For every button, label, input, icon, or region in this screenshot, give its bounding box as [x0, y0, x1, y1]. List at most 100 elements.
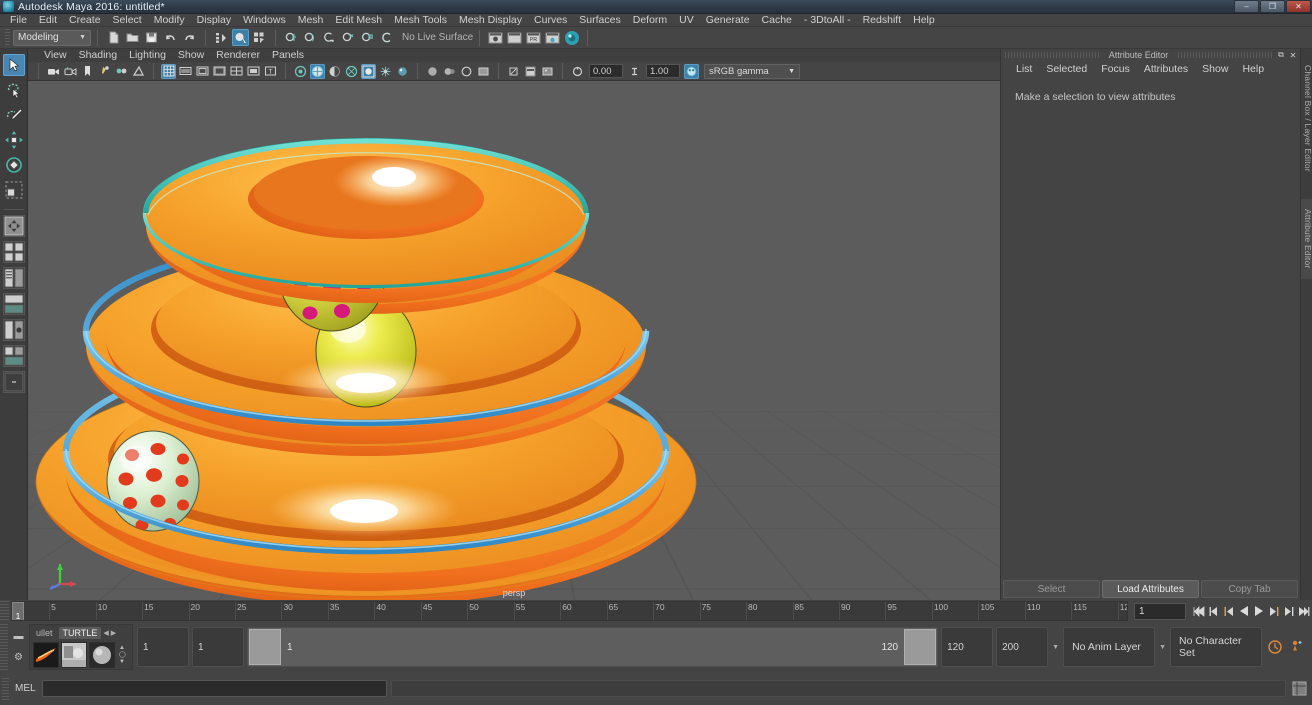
command-language-label[interactable]: MEL: [15, 683, 36, 694]
range-start-field[interactable]: 1: [192, 627, 244, 667]
lasso-select-tool[interactable]: [3, 79, 25, 101]
shadows-toggle-icon[interactable]: [327, 64, 342, 79]
paint-select-tool[interactable]: [3, 104, 25, 126]
new-scene-icon[interactable]: [105, 29, 122, 46]
depth-of-field-icon[interactable]: [395, 64, 410, 79]
select-button[interactable]: Select: [1003, 580, 1100, 598]
copy-tab-button[interactable]: Copy Tab: [1201, 580, 1298, 598]
character-set-caret-icon[interactable]: ▼: [1159, 644, 1166, 651]
redo-icon[interactable]: [181, 29, 198, 46]
step-forward-frame-button[interactable]: [1267, 603, 1281, 620]
image-display-icon[interactable]: [540, 64, 555, 79]
snap-to-curve-icon[interactable]: [302, 29, 319, 46]
ae-menu-selected[interactable]: Selected: [1039, 63, 1094, 76]
shadows-icon[interactable]: [131, 64, 146, 79]
exposure-icon[interactable]: [570, 64, 585, 79]
layout-persp-trax[interactable]: [2, 345, 25, 367]
scale-tool[interactable]: [3, 179, 25, 201]
image-plane-icon[interactable]: [97, 64, 112, 79]
motion-blur-icon[interactable]: [361, 63, 376, 79]
multisample-icon[interactable]: [378, 64, 393, 79]
select-by-component-icon[interactable]: [251, 29, 268, 46]
step-forward-key-button[interactable]: [1282, 603, 1296, 620]
layout-hypershade-persp[interactable]: [2, 319, 25, 341]
menu-generate[interactable]: Generate: [700, 14, 756, 27]
select-camera-icon[interactable]: [46, 64, 61, 79]
mel-command-input[interactable]: [41, 680, 387, 697]
step-back-frame-button[interactable]: [1222, 603, 1236, 620]
cat-toy-tower-model[interactable]: [28, 81, 1000, 600]
shelf-options-icon[interactable]: ⚙: [12, 651, 25, 664]
character-set-selector[interactable]: No Character Set: [1170, 627, 1262, 667]
menu-modify[interactable]: Modify: [148, 14, 191, 27]
ae-menu-list[interactable]: List: [1009, 63, 1039, 76]
ae-menu-attributes[interactable]: Attributes: [1137, 63, 1195, 76]
isolate-select-icon[interactable]: [459, 64, 474, 79]
shelf-next-arrow-icon[interactable]: ▶: [111, 629, 116, 637]
menu-windows[interactable]: Windows: [237, 14, 292, 27]
panel-menu-renderer[interactable]: Renderer: [210, 49, 266, 62]
snap-to-point-icon[interactable]: [321, 29, 338, 46]
anim-end-field[interactable]: 200: [996, 627, 1049, 667]
snap-to-projected-center-icon[interactable]: [340, 29, 357, 46]
ipr-render-icon[interactable]: [506, 29, 523, 46]
range-end-field[interactable]: 120: [941, 627, 994, 667]
animation-preferences-icon[interactable]: [1288, 638, 1306, 656]
ae-menu-show[interactable]: Show: [1195, 63, 1235, 76]
status-line-grip[interactable]: [5, 28, 10, 47]
gamma-field[interactable]: 1.00: [646, 64, 680, 78]
render-current-frame-icon[interactable]: [487, 29, 504, 46]
current-time-indicator[interactable]: 1: [12, 602, 24, 620]
close-button[interactable]: ✕: [1286, 0, 1311, 13]
time-slider-track[interactable]: 5 10 15 20 25 30 35 40 45 50 55 60 65 70 75 80 85 90 95 100…: [11, 601, 1128, 621]
anim-layer-selector[interactable]: No Anim Layer: [1063, 627, 1156, 667]
turtle-render-icon[interactable]: [61, 641, 87, 668]
anim-layer-caret-icon[interactable]: ▼: [1052, 644, 1059, 651]
menu-edit-mesh[interactable]: Edit Mesh: [329, 14, 388, 27]
panel-menu-lighting[interactable]: Lighting: [123, 49, 172, 62]
turtle-bake-icon[interactable]: [33, 641, 59, 668]
shelf-menu-icon[interactable]: ▬: [12, 630, 25, 643]
xray-icon[interactable]: [425, 64, 440, 79]
panel-menu-show[interactable]: Show: [172, 49, 210, 62]
command-line-grip[interactable]: [2, 677, 9, 700]
menu-redshift[interactable]: Redshift: [857, 14, 908, 27]
resolution-gate-icon[interactable]: [195, 64, 210, 79]
snap-to-grid-icon[interactable]: [283, 29, 300, 46]
render-settings-icon[interactable]: PR: [525, 29, 542, 46]
shelf-prev-arrow-icon[interactable]: ◀: [103, 629, 108, 637]
smooth-shade-icon[interactable]: [246, 64, 261, 79]
grease-pencil-icon[interactable]: [506, 64, 521, 79]
play-forwards-button[interactable]: [1252, 603, 1266, 620]
menu-set-selector[interactable]: Modeling ▼: [13, 29, 91, 46]
menu-display[interactable]: Display: [191, 14, 237, 27]
ae-menu-focus[interactable]: Focus: [1094, 63, 1137, 76]
shelf-scroll-buttons[interactable]: ▲ ◯ ▼: [119, 645, 126, 665]
menu-mesh[interactable]: Mesh: [292, 14, 330, 27]
step-back-key-button[interactable]: [1207, 603, 1221, 620]
anim-start-field[interactable]: 1: [137, 627, 189, 667]
panel-menu-panels[interactable]: Panels: [266, 49, 310, 62]
maximize-button[interactable]: ❐: [1260, 0, 1285, 13]
select-by-hierarchy-icon[interactable]: [213, 29, 230, 46]
gate-mask-icon[interactable]: [212, 64, 227, 79]
layout-persp-graph[interactable]: [2, 293, 25, 315]
camera-attributes-icon[interactable]: [63, 64, 78, 79]
color-management-icon[interactable]: [684, 63, 699, 79]
wireframe-icon[interactable]: [229, 64, 244, 79]
menu-mesh-display[interactable]: Mesh Display: [453, 14, 528, 27]
panel-menu-shading[interactable]: Shading: [73, 49, 124, 62]
range-slider-track[interactable]: 1 120: [247, 627, 939, 667]
ambient-occlusion-icon[interactable]: [344, 64, 359, 79]
current-frame-field[interactable]: 1: [1134, 602, 1186, 620]
xray-joints-icon[interactable]: [442, 64, 457, 79]
rotate-tool[interactable]: [3, 154, 25, 176]
open-scene-icon[interactable]: [124, 29, 141, 46]
panel-menu-view[interactable]: View: [38, 49, 73, 62]
range-slider-fill[interactable]: 1 120: [248, 628, 938, 666]
layout-outliner-persp[interactable]: [2, 267, 25, 289]
turtle-material-icon[interactable]: [89, 641, 115, 668]
go-to-end-button[interactable]: [1297, 603, 1311, 620]
render-view-icon[interactable]: [563, 29, 580, 46]
textured-icon[interactable]: T: [263, 64, 278, 79]
